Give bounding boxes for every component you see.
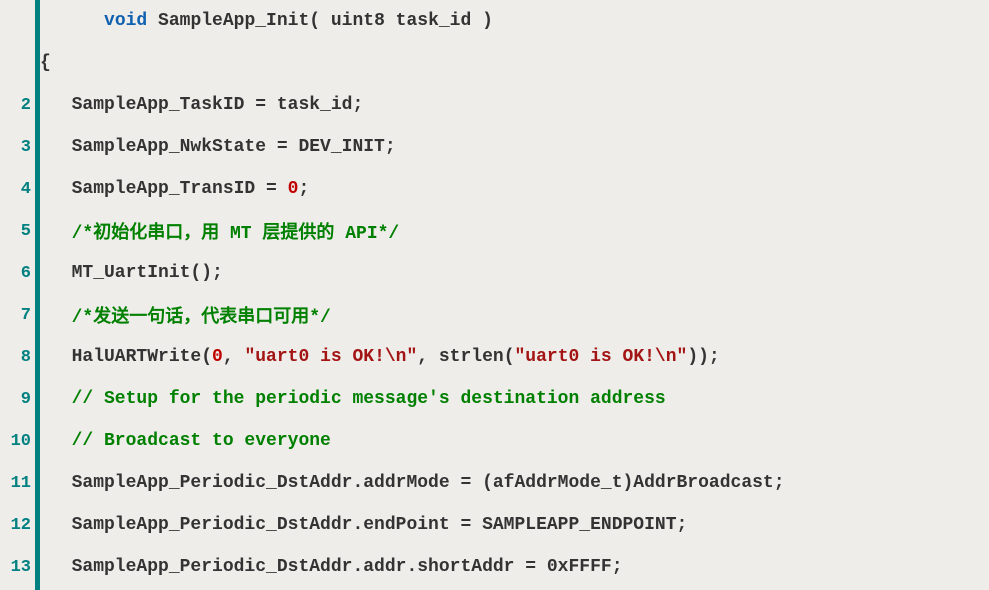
line-number <box>0 0 35 84</box>
code-line: /*发送一句话，代表串口可用*/ <box>40 294 989 336</box>
line-number: 12 <box>0 504 35 546</box>
code-text: SampleApp_NwkState = DEV_INIT; <box>50 137 396 157</box>
line-number: 6 <box>0 252 35 294</box>
code-line: void SampleApp_Init( uint8 task_id ) <box>40 0 989 42</box>
code-text: HalUARTWrite( <box>50 347 212 367</box>
code-text: , <box>223 347 245 367</box>
code-text: )); <box>687 347 719 367</box>
line-number: 5 <box>0 210 35 252</box>
comment: /*初始化串口，用 MT 层提供的 API*/ <box>50 218 399 244</box>
line-number: 8 <box>0 336 35 378</box>
code-line: SampleApp_Periodic_DstAddr.addrMode = (a… <box>40 462 989 504</box>
code-line: SampleApp_Periodic_DstAddr.endPoint = SA… <box>40 504 989 546</box>
code-text: SampleApp_Periodic_DstAddr.addrMode = (a… <box>50 473 785 493</box>
comment: /*发送一句话，代表串口可用*/ <box>50 302 331 328</box>
string-literal: "uart0 is OK!\n" <box>515 347 688 367</box>
code-line: // Broadcast to everyone <box>40 420 989 462</box>
code-text: SampleApp_TransID = <box>50 179 288 199</box>
line-number: 10 <box>0 420 35 462</box>
code-content[interactable]: void SampleApp_Init( uint8 task_id ) { S… <box>40 0 989 590</box>
line-number: 2 <box>0 84 35 126</box>
code-line: HalUARTWrite(0, "uart0 is OK!\n", strlen… <box>40 336 989 378</box>
code-text: SampleApp_Init( uint8 task_id ) <box>147 11 493 31</box>
code-line: SampleApp_TransID = 0; <box>40 168 989 210</box>
line-number: 9 <box>0 378 35 420</box>
code-line: // Setup for the periodic message's dest… <box>40 378 989 420</box>
line-number: 13 <box>0 546 35 588</box>
code-text: SampleApp_Periodic_DstAddr.addr.shortAdd… <box>50 557 623 577</box>
number-literal: 0 <box>212 347 223 367</box>
keyword-void: void <box>104 11 147 31</box>
code-text: SampleApp_Periodic_DstAddr.endPoint = SA… <box>50 515 687 535</box>
code-editor: 2 3 4 5 6 7 8 9 10 11 12 13 void SampleA… <box>0 0 989 590</box>
code-line: MT_UartInit(); <box>40 252 989 294</box>
line-number: 11 <box>0 462 35 504</box>
code-text: MT_UartInit(); <box>50 263 223 283</box>
line-number-gutter: 2 3 4 5 6 7 8 9 10 11 12 13 <box>0 0 40 590</box>
number-literal: 0 <box>288 179 299 199</box>
line-number: 3 <box>0 126 35 168</box>
comment: // Setup for the periodic message's dest… <box>50 389 666 409</box>
brace-open: { <box>40 53 51 73</box>
code-text: , strlen( <box>417 347 514 367</box>
line-number: 4 <box>0 168 35 210</box>
code-line: { <box>40 42 989 84</box>
code-line: SampleApp_TaskID = task_id; <box>40 84 989 126</box>
string-literal: "uart0 is OK!\n" <box>244 347 417 367</box>
code-line: SampleApp_Periodic_DstAddr.addr.shortAdd… <box>40 546 989 588</box>
code-text: ; <box>298 179 309 199</box>
line-number: 7 <box>0 294 35 336</box>
comment: // Broadcast to everyone <box>50 431 331 451</box>
code-line: /*初始化串口，用 MT 层提供的 API*/ <box>40 210 989 252</box>
code-line: SampleApp_NwkState = DEV_INIT; <box>40 126 989 168</box>
code-text: SampleApp_TaskID = task_id; <box>50 95 363 115</box>
code-text <box>50 11 104 31</box>
